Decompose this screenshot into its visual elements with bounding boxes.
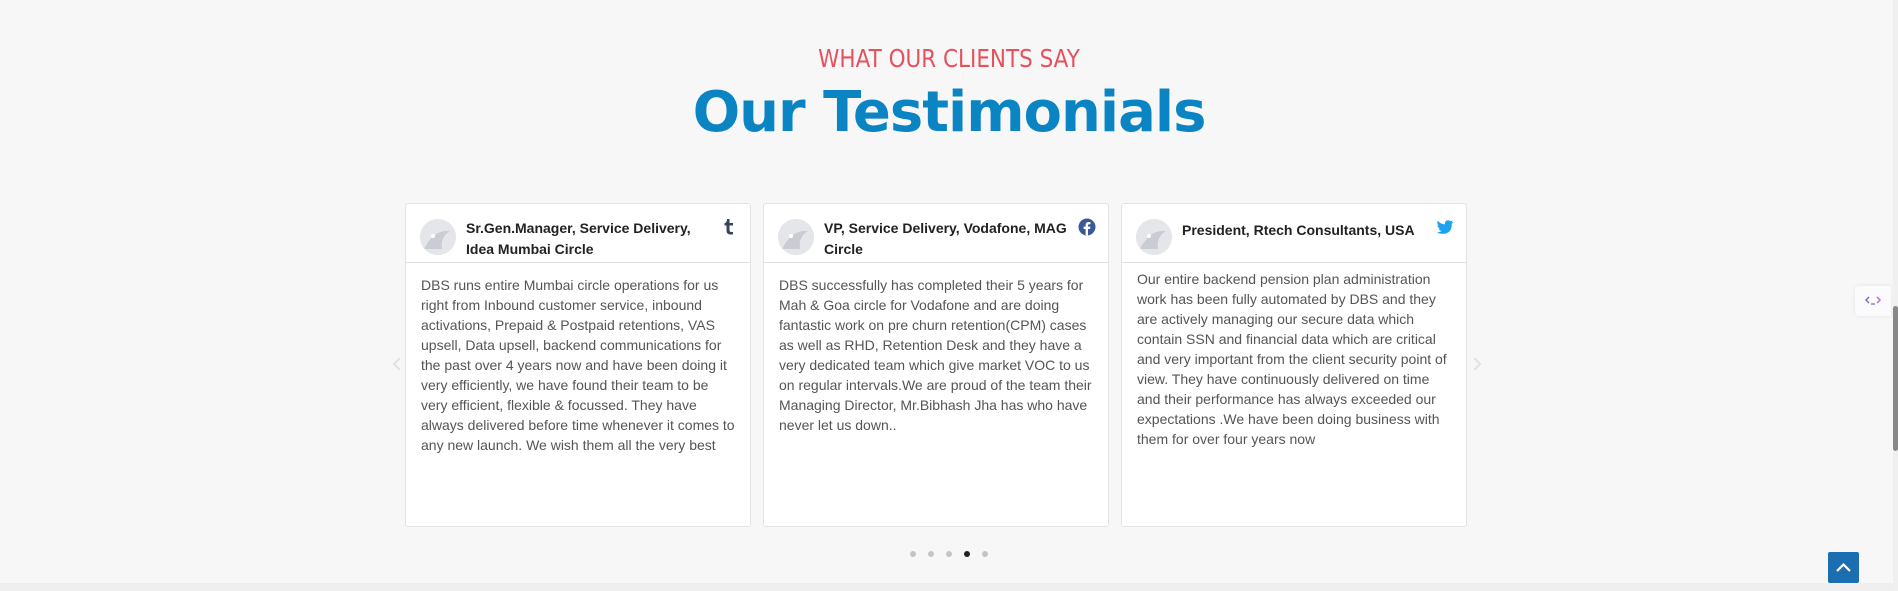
chevron-right-icon bbox=[1473, 357, 1482, 371]
chevron-left-icon bbox=[392, 357, 401, 371]
testimonial-author: President, Rtech Consultants, USA bbox=[1182, 222, 1415, 238]
avatar bbox=[420, 219, 456, 255]
section-eyebrow: WHAT OUR CLIENTS SAY bbox=[818, 44, 1080, 73]
avatar-placeholder-icon bbox=[420, 219, 456, 255]
back-to-top-button[interactable] bbox=[1828, 552, 1859, 583]
carousel-prev-arrow[interactable] bbox=[391, 357, 403, 371]
carousel-next-arrow[interactable] bbox=[1471, 357, 1483, 371]
testimonial-header: VP, Service Delivery, Vodafone, MAG Circ… bbox=[764, 204, 1108, 263]
testimonial-author: Sr.Gen.Manager, Service Delivery, Idea M… bbox=[466, 220, 691, 257]
carousel-dot[interactable] bbox=[928, 551, 934, 557]
carousel-dot[interactable] bbox=[946, 551, 952, 557]
avatar-placeholder-icon bbox=[778, 219, 814, 255]
testimonial-text: DBS runs entire Mumbai circle operations… bbox=[421, 277, 735, 453]
footer-edge bbox=[0, 583, 1893, 591]
side-widget-button[interactable] bbox=[1855, 286, 1891, 316]
facebook-icon[interactable] bbox=[1078, 218, 1096, 236]
page-scrollbar[interactable] bbox=[1893, 0, 1898, 591]
testimonial-card: President, Rtech Consultants, USA Our en… bbox=[1121, 203, 1467, 527]
scrollbar-thumb[interactable] bbox=[1893, 306, 1898, 451]
tumblr-icon[interactable] bbox=[720, 218, 738, 236]
testimonial-header: President, Rtech Consultants, USA bbox=[1122, 204, 1466, 263]
avatar bbox=[778, 219, 814, 255]
chevron-up-icon bbox=[1836, 562, 1851, 572]
carousel-dot[interactable] bbox=[982, 551, 988, 557]
avatar-placeholder-icon bbox=[1136, 219, 1172, 255]
testimonial-text: DBS successfully has completed their 5 y… bbox=[779, 277, 1092, 433]
carousel-dot[interactable] bbox=[910, 551, 916, 557]
testimonial-header: Sr.Gen.Manager, Service Delivery, Idea M… bbox=[406, 204, 750, 263]
testimonial-author: VP, Service Delivery, Vodafone, MAG Circ… bbox=[824, 220, 1067, 257]
testimonial-text: Our entire backend pension plan administ… bbox=[1137, 271, 1447, 447]
section-title: Our Testimonials bbox=[692, 80, 1207, 145]
twitter-icon[interactable] bbox=[1436, 218, 1454, 236]
testimonial-card: Sr.Gen.Manager, Service Delivery, Idea M… bbox=[405, 203, 751, 527]
carousel-dot-active[interactable] bbox=[964, 551, 970, 557]
testimonial-card: VP, Service Delivery, Vodafone, MAG Circ… bbox=[763, 203, 1109, 527]
avatar bbox=[1136, 219, 1172, 255]
carousel-pagination bbox=[0, 551, 1898, 557]
code-brackets-icon bbox=[1864, 296, 1882, 305]
